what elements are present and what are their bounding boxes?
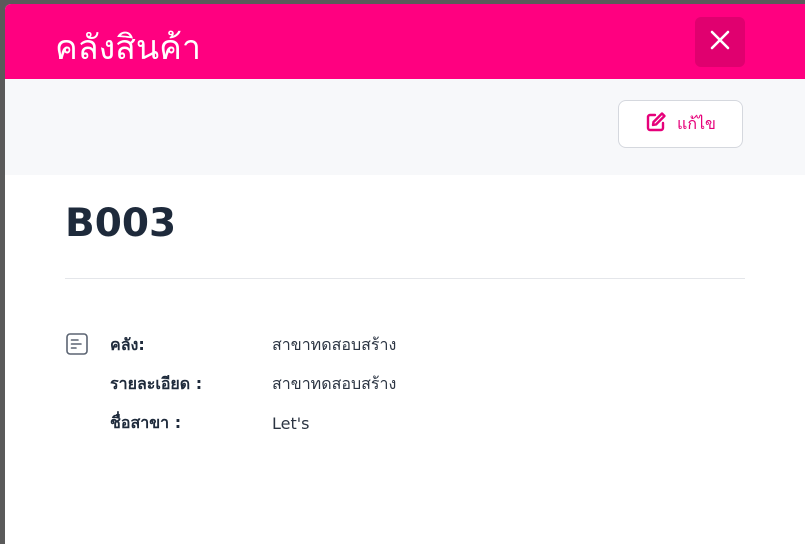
close-icon	[709, 29, 731, 55]
detail-label: คลัง:	[110, 334, 145, 354]
edit-icon	[645, 111, 667, 137]
detail-row-warehouse: คลัง: สาขาทดสอบสร้าง	[110, 333, 396, 357]
detail-value: Let's	[272, 413, 310, 433]
record-code: B003	[65, 201, 177, 246]
modal-header: คลังสินค้า	[5, 4, 805, 79]
modal-toolbar: แก้ไข	[5, 79, 805, 175]
detail-label: รายละเอียด :	[110, 373, 203, 393]
document-list-icon	[65, 332, 89, 356]
detail-row-description: รายละเอียด : สาขาทดสอบสร้าง	[110, 372, 396, 396]
warehouse-modal: คลังสินค้า แก้ไข B003 คลัง: สาขาทดสอบสร้…	[5, 4, 805, 544]
modal-title: คลังสินค้า	[55, 28, 202, 68]
detail-value: สาขาทดสอบสร้าง	[272, 373, 397, 393]
close-button[interactable]	[695, 17, 745, 67]
detail-value: สาขาทดสอบสร้าง	[272, 334, 397, 354]
edit-button-label: แก้ไข	[677, 113, 716, 133]
edit-button[interactable]: แก้ไข	[618, 100, 743, 148]
divider	[65, 278, 745, 279]
detail-label: ชื่อสาขา :	[110, 412, 182, 432]
detail-row-branch-name: ชื่อสาขา : Let's	[110, 411, 309, 435]
